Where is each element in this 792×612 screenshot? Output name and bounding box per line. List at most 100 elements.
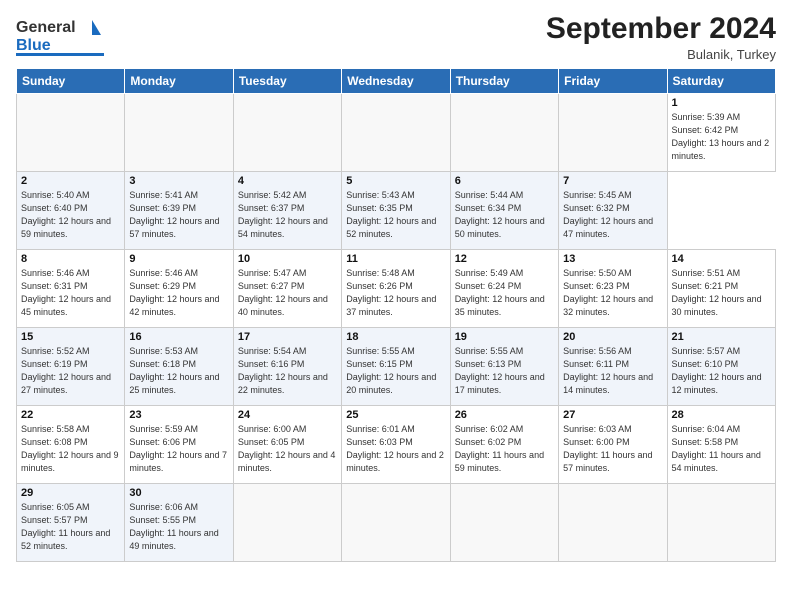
calendar-table: Sunday Monday Tuesday Wednesday Thursday…	[16, 68, 776, 562]
calendar-cell: 29 Sunrise: 6:05 AMSunset: 5:57 PMDaylig…	[17, 484, 125, 562]
calendar-cell: 4 Sunrise: 5:42 AMSunset: 6:37 PMDayligh…	[233, 172, 341, 250]
calendar-cell: 16 Sunrise: 5:53 AMSunset: 6:18 PMDaylig…	[125, 328, 233, 406]
calendar-cell: 22 Sunrise: 5:58 AMSunset: 6:08 PMDaylig…	[17, 406, 125, 484]
day-number: 9	[129, 253, 228, 265]
calendar-cell: 7 Sunrise: 5:45 AMSunset: 6:32 PMDayligh…	[559, 172, 667, 250]
day-info: Sunrise: 5:58 AMSunset: 6:08 PMDaylight:…	[21, 424, 119, 473]
calendar-cell: 5 Sunrise: 5:43 AMSunset: 6:35 PMDayligh…	[342, 172, 450, 250]
day-number: 23	[129, 409, 228, 421]
header: General Blue September 2024 Bulanik, Tur…	[16, 12, 776, 62]
calendar-cell: 20 Sunrise: 5:56 AMSunset: 6:11 PMDaylig…	[559, 328, 667, 406]
day-info: Sunrise: 5:44 AMSunset: 6:34 PMDaylight:…	[455, 190, 545, 239]
calendar-cell	[342, 484, 450, 562]
day-number: 18	[346, 331, 445, 343]
day-number: 19	[455, 331, 554, 343]
day-number: 13	[563, 253, 662, 265]
calendar-cell	[342, 94, 450, 172]
day-number: 6	[455, 175, 554, 187]
calendar-cell: 2 Sunrise: 5:40 AMSunset: 6:40 PMDayligh…	[17, 172, 125, 250]
location: Bulanik, Turkey	[546, 47, 776, 62]
day-info: Sunrise: 5:41 AMSunset: 6:39 PMDaylight:…	[129, 190, 219, 239]
day-number: 24	[238, 409, 337, 421]
calendar-cell: 9 Sunrise: 5:46 AMSunset: 6:29 PMDayligh…	[125, 250, 233, 328]
calendar-cell: 28 Sunrise: 6:04 AMSunset: 5:58 PMDaylig…	[667, 406, 775, 484]
day-number: 8	[21, 253, 120, 265]
calendar-body: 1 Sunrise: 5:39 AMSunset: 6:42 PMDayligh…	[17, 94, 776, 562]
day-number: 29	[21, 487, 120, 499]
calendar-header: Sunday Monday Tuesday Wednesday Thursday…	[17, 69, 776, 94]
day-info: Sunrise: 5:46 AMSunset: 6:29 PMDaylight:…	[129, 268, 219, 317]
calendar-cell: 12 Sunrise: 5:49 AMSunset: 6:24 PMDaylig…	[450, 250, 558, 328]
calendar-cell	[667, 484, 775, 562]
day-info: Sunrise: 5:47 AMSunset: 6:27 PMDaylight:…	[238, 268, 328, 317]
day-number: 12	[455, 253, 554, 265]
day-info: Sunrise: 5:39 AMSunset: 6:42 PMDaylight:…	[672, 112, 770, 161]
day-number: 7	[563, 175, 662, 187]
day-info: Sunrise: 5:57 AMSunset: 6:10 PMDaylight:…	[672, 346, 762, 395]
day-number: 4	[238, 175, 337, 187]
calendar-cell: 23 Sunrise: 5:59 AMSunset: 6:06 PMDaylig…	[125, 406, 233, 484]
day-info: Sunrise: 5:54 AMSunset: 6:16 PMDaylight:…	[238, 346, 328, 395]
calendar-cell: 8 Sunrise: 5:46 AMSunset: 6:31 PMDayligh…	[17, 250, 125, 328]
calendar-cell: 26 Sunrise: 6:02 AMSunset: 6:02 PMDaylig…	[450, 406, 558, 484]
calendar-cell: 3 Sunrise: 5:41 AMSunset: 6:39 PMDayligh…	[125, 172, 233, 250]
day-number: 17	[238, 331, 337, 343]
day-number: 21	[672, 331, 771, 343]
logo-svg: General Blue	[16, 12, 106, 58]
header-thursday: Thursday	[450, 69, 558, 94]
calendar-cell: 14 Sunrise: 5:51 AMSunset: 6:21 PMDaylig…	[667, 250, 775, 328]
day-number: 14	[672, 253, 771, 265]
day-info: Sunrise: 5:52 AMSunset: 6:19 PMDaylight:…	[21, 346, 111, 395]
header-monday: Monday	[125, 69, 233, 94]
month-title: September 2024	[546, 12, 776, 45]
day-info: Sunrise: 5:55 AMSunset: 6:15 PMDaylight:…	[346, 346, 436, 395]
calendar-cell: 25 Sunrise: 6:01 AMSunset: 6:03 PMDaylig…	[342, 406, 450, 484]
day-number: 22	[21, 409, 120, 421]
day-number: 30	[129, 487, 228, 499]
day-number: 28	[672, 409, 771, 421]
header-sunday: Sunday	[17, 69, 125, 94]
calendar-cell	[559, 484, 667, 562]
calendar-cell	[17, 94, 125, 172]
logo: General Blue	[16, 12, 106, 58]
day-number: 2	[21, 175, 120, 187]
day-info: Sunrise: 5:53 AMSunset: 6:18 PMDaylight:…	[129, 346, 219, 395]
calendar-cell	[559, 94, 667, 172]
calendar-cell: 15 Sunrise: 5:52 AMSunset: 6:19 PMDaylig…	[17, 328, 125, 406]
calendar-cell: 1 Sunrise: 5:39 AMSunset: 6:42 PMDayligh…	[667, 94, 775, 172]
calendar-cell: 17 Sunrise: 5:54 AMSunset: 6:16 PMDaylig…	[233, 328, 341, 406]
day-info: Sunrise: 5:48 AMSunset: 6:26 PMDaylight:…	[346, 268, 436, 317]
day-number: 5	[346, 175, 445, 187]
day-info: Sunrise: 5:40 AMSunset: 6:40 PMDaylight:…	[21, 190, 111, 239]
day-info: Sunrise: 5:50 AMSunset: 6:23 PMDaylight:…	[563, 268, 653, 317]
day-info: Sunrise: 5:42 AMSunset: 6:37 PMDaylight:…	[238, 190, 328, 239]
day-info: Sunrise: 6:05 AMSunset: 5:57 PMDaylight:…	[21, 502, 110, 551]
calendar-cell	[233, 484, 341, 562]
day-number: 26	[455, 409, 554, 421]
calendar-cell: 30 Sunrise: 6:06 AMSunset: 5:55 PMDaylig…	[125, 484, 233, 562]
day-number: 16	[129, 331, 228, 343]
calendar-cell: 19 Sunrise: 5:55 AMSunset: 6:13 PMDaylig…	[450, 328, 558, 406]
header-saturday: Saturday	[667, 69, 775, 94]
calendar-cell: 18 Sunrise: 5:55 AMSunset: 6:15 PMDaylig…	[342, 328, 450, 406]
day-number: 1	[672, 97, 771, 109]
day-number: 10	[238, 253, 337, 265]
calendar-cell: 24 Sunrise: 6:00 AMSunset: 6:05 PMDaylig…	[233, 406, 341, 484]
day-number: 15	[21, 331, 120, 343]
header-friday: Friday	[559, 69, 667, 94]
day-info: Sunrise: 5:59 AMSunset: 6:06 PMDaylight:…	[129, 424, 227, 473]
day-info: Sunrise: 6:03 AMSunset: 6:00 PMDaylight:…	[563, 424, 652, 473]
day-info: Sunrise: 5:51 AMSunset: 6:21 PMDaylight:…	[672, 268, 762, 317]
calendar-cell: 13 Sunrise: 5:50 AMSunset: 6:23 PMDaylig…	[559, 250, 667, 328]
day-info: Sunrise: 5:43 AMSunset: 6:35 PMDaylight:…	[346, 190, 436, 239]
calendar-cell	[450, 94, 558, 172]
calendar-cell	[233, 94, 341, 172]
day-info: Sunrise: 6:02 AMSunset: 6:02 PMDaylight:…	[455, 424, 544, 473]
day-number: 25	[346, 409, 445, 421]
day-number: 20	[563, 331, 662, 343]
calendar-page: General Blue September 2024 Bulanik, Tur…	[0, 0, 792, 612]
calendar-cell: 10 Sunrise: 5:47 AMSunset: 6:27 PMDaylig…	[233, 250, 341, 328]
day-info: Sunrise: 5:56 AMSunset: 6:11 PMDaylight:…	[563, 346, 653, 395]
day-info: Sunrise: 5:55 AMSunset: 6:13 PMDaylight:…	[455, 346, 545, 395]
calendar-cell: 21 Sunrise: 5:57 AMSunset: 6:10 PMDaylig…	[667, 328, 775, 406]
